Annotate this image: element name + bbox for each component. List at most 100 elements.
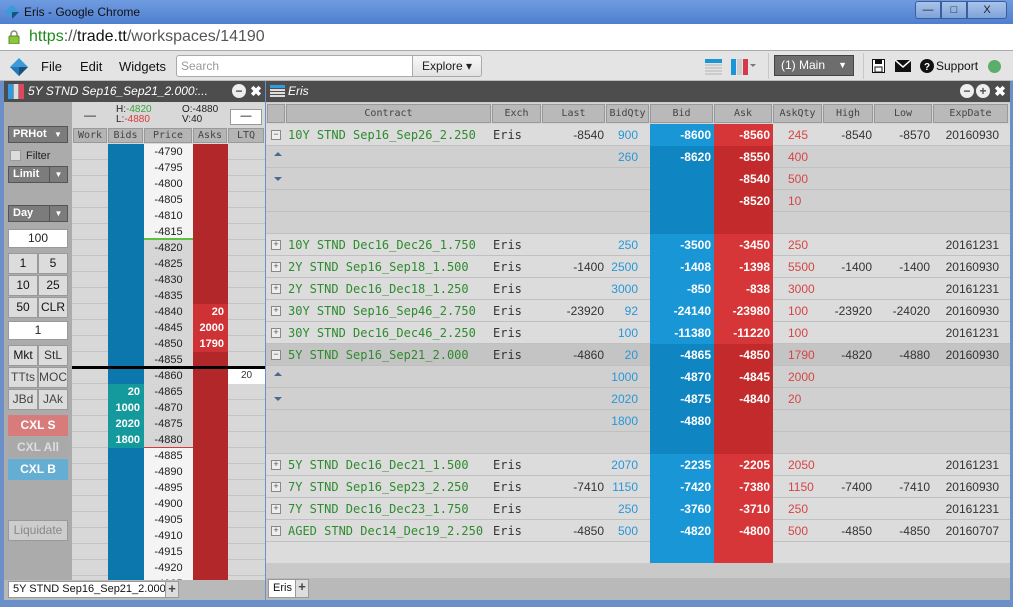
bidqty-cell[interactable]: 2500 <box>606 256 638 278</box>
ltq-cell[interactable] <box>228 480 265 496</box>
url-text[interactable]: https://trade.tt/workspaces/14190 <box>29 28 265 46</box>
ltq-cell[interactable] <box>228 400 265 416</box>
askqty-cell[interactable] <box>786 432 818 454</box>
askqty-cell[interactable]: 100 <box>786 300 818 322</box>
explore-button[interactable]: Explore ▾ <box>412 55 482 77</box>
add-tab-button[interactable]: + <box>165 581 179 598</box>
askqty-cell[interactable] <box>786 542 818 563</box>
close-widget-button[interactable]: ✖ <box>993 84 1007 98</box>
scroll-up-arrow-icon[interactable] <box>274 152 282 156</box>
bidqty-cell[interactable]: 2020 <box>606 388 638 410</box>
work-cell[interactable] <box>72 224 108 240</box>
bid-cell[interactable]: -8600 <box>650 124 714 146</box>
work-cell[interactable] <box>72 464 108 480</box>
price-cell[interactable]: -4860 <box>144 368 193 384</box>
col-exch[interactable]: Exch <box>492 104 541 123</box>
askqty-cell[interactable] <box>786 410 818 432</box>
expand-icon[interactable]: + <box>271 262 281 272</box>
col-bids[interactable]: Bids <box>108 128 143 143</box>
bid-cell[interactable] <box>108 496 144 512</box>
ltq-cell[interactable] <box>228 256 265 272</box>
bid-cell[interactable]: -11380 <box>650 322 714 344</box>
add-contract-button[interactable]: + <box>976 84 990 98</box>
bid-cell[interactable]: -24140 <box>650 300 714 322</box>
depth-row[interactable]: 1000 -4870 -4845 2000 <box>266 366 1010 388</box>
ask-cell[interactable] <box>193 288 228 304</box>
ask-cell[interactable]: -3710 <box>714 498 773 520</box>
work-cell[interactable] <box>72 240 108 256</box>
liquidate-button[interactable]: Liquidate <box>8 520 68 541</box>
ask-cell[interactable]: -8520 <box>714 190 773 212</box>
ask-cell[interactable]: -2205 <box>714 454 773 476</box>
stop-limit-button[interactable]: StL <box>38 345 68 366</box>
ask-cell[interactable]: -8560 <box>714 124 773 146</box>
bid-cell[interactable] <box>108 224 144 240</box>
ltq-cell[interactable] <box>228 432 265 448</box>
ask-cell[interactable] <box>714 542 773 563</box>
bid-cell[interactable]: 1000 <box>108 400 144 416</box>
tt-trailing-stop-button[interactable]: TTts <box>8 367 38 388</box>
ask-cell[interactable]: -11220 <box>714 322 773 344</box>
ask-cell[interactable]: -4840 <box>714 388 773 410</box>
contract-row[interactable]: +10Y STND Dec16_Dec26_1.750 Eris 250 -3500-… <box>266 234 1010 256</box>
work-cell[interactable] <box>72 256 108 272</box>
price-cell[interactable]: -4825 <box>144 256 193 272</box>
market-on-close-button[interactable]: MOC <box>38 367 68 388</box>
bid-cell[interactable] <box>650 190 714 212</box>
price-cell[interactable]: -4875 <box>144 416 193 432</box>
work-cell[interactable] <box>72 528 108 544</box>
maximize-button[interactable]: □ <box>941 1 967 19</box>
join-ask-button[interactable]: JAk <box>38 389 68 410</box>
askqty-cell[interactable]: 2000 <box>786 366 818 388</box>
scroll-up-arrow-icon[interactable] <box>274 372 282 376</box>
ltq-cell[interactable] <box>228 528 265 544</box>
ask-cell[interactable] <box>193 464 228 480</box>
col-bidqty[interactable]: BidQty <box>606 104 649 123</box>
price-cell[interactable]: -4915 <box>144 544 193 560</box>
ask-cell[interactable] <box>193 448 228 464</box>
bid-cell[interactable] <box>108 544 144 560</box>
depth-row[interactable]: -8520 10 <box>266 190 1010 212</box>
col-asks[interactable]: Asks <box>193 128 227 143</box>
qty-button-50[interactable]: 50 <box>8 297 38 318</box>
menu-edit[interactable]: Edit <box>80 59 102 74</box>
depth-row[interactable] <box>266 432 1010 454</box>
bid-cell[interactable]: -4875 <box>650 388 714 410</box>
search-input[interactable]: Search <box>176 55 413 77</box>
bidqty-cell[interactable] <box>606 212 638 234</box>
bid-cell[interactable] <box>108 144 144 160</box>
expand-icon[interactable]: + <box>271 526 281 536</box>
market-order-button[interactable]: Mkt <box>8 345 38 366</box>
bid-cell[interactable]: -7420 <box>650 476 714 498</box>
price-cell[interactable]: -4840 <box>144 304 193 320</box>
contract-row[interactable]: +5Y STND Dec16_Dec21_1.500 Eris 2070 -2235-… <box>266 454 1010 476</box>
contract-row[interactable]: +2Y STND Sep16_Sep18_1.500 Eris -1400 2500-… <box>266 256 1010 278</box>
askqty-cell[interactable]: 3000 <box>786 278 818 300</box>
col-askqty[interactable]: AskQty <box>773 104 822 123</box>
ltq-cell[interactable] <box>228 304 265 320</box>
work-cell[interactable] <box>72 176 108 192</box>
ask-cell[interactable] <box>193 192 228 208</box>
price-cell[interactable]: -4790 <box>144 144 193 160</box>
ltq-cell[interactable] <box>228 240 265 256</box>
bid-cell[interactable] <box>108 240 144 256</box>
askqty-cell[interactable]: 250 <box>786 498 818 520</box>
work-cell[interactable] <box>72 320 108 336</box>
work-cell[interactable] <box>72 480 108 496</box>
askqty-cell[interactable]: 20 <box>786 388 818 410</box>
expand-icon[interactable]: + <box>271 482 281 492</box>
expand-icon[interactable]: + <box>271 328 281 338</box>
work-cell[interactable] <box>72 304 108 320</box>
col-last[interactable]: Last <box>542 104 605 123</box>
bid-cell[interactable] <box>108 512 144 528</box>
ask-cell[interactable]: -3450 <box>714 234 773 256</box>
bidqty-cell[interactable]: 100 <box>606 322 638 344</box>
bidqty-cell[interactable]: 250 <box>606 498 638 520</box>
bid-cell[interactable]: -4865 <box>650 344 714 366</box>
col-expdate[interactable]: ExpDate <box>933 104 1008 123</box>
ltq-cell[interactable]: 20 <box>228 368 265 384</box>
askqty-cell[interactable]: 250 <box>786 234 818 256</box>
price-cell[interactable]: -4800 <box>144 176 193 192</box>
ask-cell[interactable]: -8550 <box>714 146 773 168</box>
ltq-cell[interactable] <box>228 160 265 176</box>
